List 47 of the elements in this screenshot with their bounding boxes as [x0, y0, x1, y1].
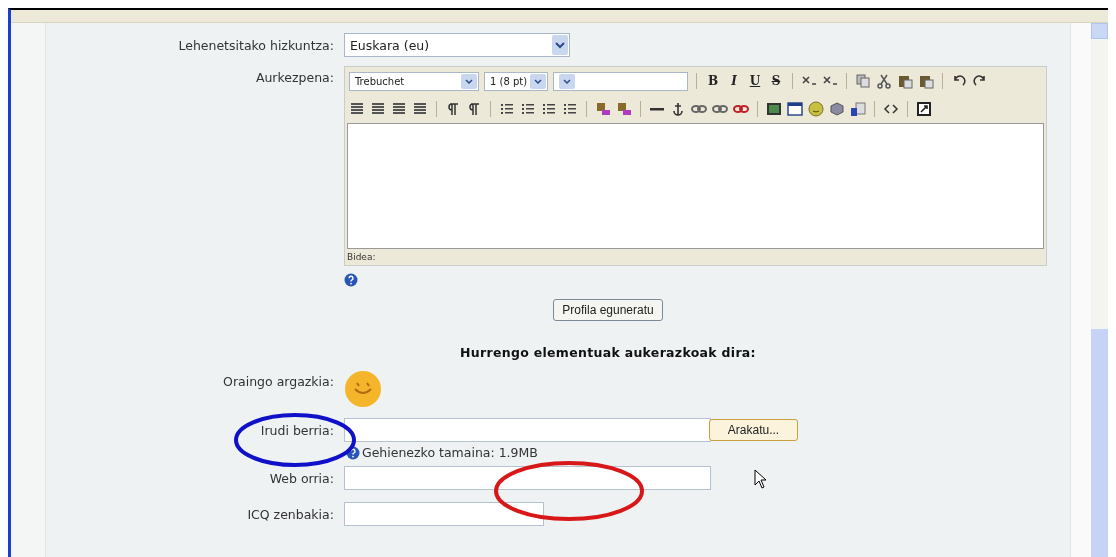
field-label: Web orria:: [268, 470, 335, 486]
outdent-icon[interactable]: [540, 101, 557, 117]
mouse-cursor-icon: [753, 469, 767, 489]
highlight-color-icon[interactable]: [615, 101, 632, 117]
section-heading: Hurrengo elementuak aukerazkoak dira:: [460, 345, 756, 360]
language-select[interactable]: Euskara (eu): [343, 33, 570, 57]
path-label: Bidea:: [345, 251, 377, 264]
cube-icon[interactable]: [828, 101, 845, 117]
paste-word-icon[interactable]: [917, 73, 934, 89]
image-icon[interactable]: [765, 101, 782, 117]
fullscreen-icon[interactable]: [915, 101, 932, 117]
table-icon[interactable]: [786, 101, 803, 117]
web-page-field[interactable]: [343, 466, 711, 490]
browse-button[interactable]: Arakatu...: [708, 419, 798, 441]
format-button[interactable]: B: [704, 74, 721, 88]
field-label: Lehenetsitako hizkuntza:: [177, 37, 335, 53]
smiley-avatar-icon: [343, 370, 382, 408]
indent-icon[interactable]: [561, 101, 578, 117]
cut-icon[interactable]: [875, 73, 892, 89]
help-icon[interactable]: [345, 445, 360, 460]
smiley-icon[interactable]: [807, 101, 824, 117]
field-label: Oraingo argazkia:: [222, 373, 335, 389]
copy-icon[interactable]: [854, 73, 871, 89]
align-right-icon[interactable]: [390, 101, 407, 117]
text-color-icon[interactable]: [594, 101, 611, 117]
paste-icon[interactable]: [896, 73, 913, 89]
numbered-list-icon[interactable]: [498, 101, 515, 117]
search-replace-icon[interactable]: [849, 101, 866, 117]
icq-field[interactable]: [343, 502, 544, 526]
field-label: Irudi berria:: [259, 422, 335, 438]
redo-icon[interactable]: [971, 73, 988, 89]
format-button[interactable]: I: [725, 74, 742, 88]
font-select[interactable]: Trebuchet: [348, 71, 479, 91]
format-button[interactable]: U: [746, 74, 763, 88]
bullet-list-icon[interactable]: [519, 101, 536, 117]
justify-icon[interactable]: [411, 101, 428, 117]
file-path-field[interactable]: [343, 418, 711, 442]
align-left-icon[interactable]: [348, 101, 365, 117]
scrollbar-thumb[interactable]: [1091, 329, 1108, 557]
align-center-icon[interactable]: [369, 101, 386, 117]
field-label: Aurkezpena:: [254, 69, 335, 85]
max-size-hint: Gehienezko tamaina: 1.9MB: [361, 445, 538, 460]
help-icon[interactable]: [343, 273, 358, 287]
field-label: ICQ zenbakia:: [246, 506, 335, 522]
format-button[interactable]: S: [767, 74, 784, 88]
update-profile-button[interactable]: Profila eguneratu: [553, 299, 663, 321]
size-select[interactable]: 1 (8 pt): [483, 71, 548, 91]
